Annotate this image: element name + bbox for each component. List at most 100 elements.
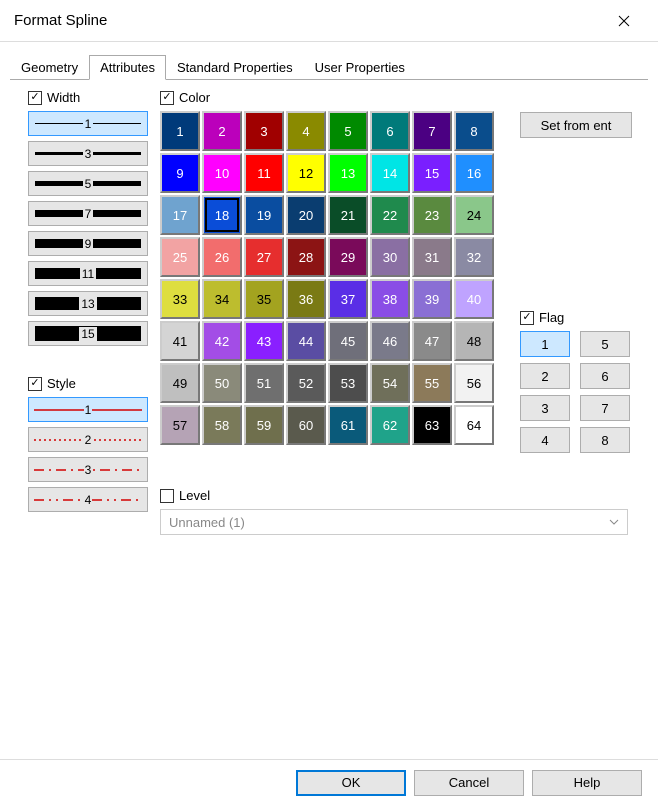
color-swatch-19[interactable]: 19 [244,195,284,235]
style-checkbox-row[interactable]: ✓ Style [28,376,158,391]
width-option-13[interactable]: 13 [28,291,148,316]
color-swatch-12[interactable]: 12 [286,153,326,193]
color-swatch-43[interactable]: 43 [244,321,284,361]
flag-option-6[interactable]: 6 [580,363,630,389]
color-swatch-25[interactable]: 25 [160,237,200,277]
set-from-ent-button[interactable]: Set from ent [520,112,632,138]
color-swatch-37[interactable]: 37 [328,279,368,319]
color-swatch-14[interactable]: 14 [370,153,410,193]
color-swatch-26[interactable]: 26 [202,237,242,277]
color-swatch-7[interactable]: 7 [412,111,452,151]
style-option-4[interactable]: 4 [28,487,148,512]
color-swatch-52[interactable]: 52 [286,363,326,403]
width-option-1[interactable]: 1 [28,111,148,136]
color-swatch-20[interactable]: 20 [286,195,326,235]
color-swatch-15[interactable]: 15 [412,153,452,193]
color-swatch-4[interactable]: 4 [286,111,326,151]
color-swatch-45[interactable]: 45 [328,321,368,361]
color-swatch-18[interactable]: 18 [202,195,242,235]
color-swatch-63[interactable]: 63 [412,405,452,445]
width-checkbox[interactable]: ✓ [28,91,42,105]
color-swatch-50[interactable]: 50 [202,363,242,403]
color-swatch-60[interactable]: 60 [286,405,326,445]
color-swatch-46[interactable]: 46 [370,321,410,361]
color-swatch-61[interactable]: 61 [328,405,368,445]
flag-option-7[interactable]: 7 [580,395,630,421]
color-swatch-33[interactable]: 33 [160,279,200,319]
width-option-3[interactable]: 3 [28,141,148,166]
color-swatch-38[interactable]: 38 [370,279,410,319]
level-dropdown[interactable]: Unnamed (1) [160,509,628,535]
color-swatch-40[interactable]: 40 [454,279,494,319]
color-swatch-54[interactable]: 54 [370,363,410,403]
color-swatch-35[interactable]: 35 [244,279,284,319]
tab-standard-properties[interactable]: Standard Properties [166,55,304,80]
tab-geometry[interactable]: Geometry [10,55,89,80]
tab-attributes[interactable]: Attributes [89,55,166,80]
color-checkbox-row[interactable]: ✓ Color [160,90,494,105]
level-checkbox-row[interactable]: Level [160,488,628,503]
style-option-1[interactable]: 1 [28,397,148,422]
flag-option-8[interactable]: 8 [580,427,630,453]
flag-checkbox[interactable]: ✓ [520,311,534,325]
cancel-button[interactable]: Cancel [414,770,524,796]
color-swatch-62[interactable]: 62 [370,405,410,445]
color-swatch-21[interactable]: 21 [328,195,368,235]
width-option-7[interactable]: 7 [28,201,148,226]
style-option-2[interactable]: 2 [28,427,148,452]
color-swatch-48[interactable]: 48 [454,321,494,361]
color-swatch-30[interactable]: 30 [370,237,410,277]
color-swatch-55[interactable]: 55 [412,363,452,403]
color-swatch-49[interactable]: 49 [160,363,200,403]
color-swatch-34[interactable]: 34 [202,279,242,319]
color-swatch-13[interactable]: 13 [328,153,368,193]
width-checkbox-row[interactable]: ✓ Width [28,90,158,105]
color-swatch-2[interactable]: 2 [202,111,242,151]
color-swatch-10[interactable]: 10 [202,153,242,193]
flag-checkbox-row[interactable]: ✓ Flag [520,310,632,325]
color-swatch-29[interactable]: 29 [328,237,368,277]
color-swatch-41[interactable]: 41 [160,321,200,361]
flag-option-1[interactable]: 1 [520,331,570,357]
width-option-11[interactable]: 11 [28,261,148,286]
width-option-5[interactable]: 5 [28,171,148,196]
color-swatch-51[interactable]: 51 [244,363,284,403]
color-swatch-53[interactable]: 53 [328,363,368,403]
flag-option-5[interactable]: 5 [580,331,630,357]
ok-button[interactable]: OK [296,770,406,796]
style-option-3[interactable]: 3 [28,457,148,482]
color-swatch-11[interactable]: 11 [244,153,284,193]
width-option-9[interactable]: 9 [28,231,148,256]
level-checkbox[interactable] [160,489,174,503]
flag-option-2[interactable]: 2 [520,363,570,389]
color-swatch-36[interactable]: 36 [286,279,326,319]
flag-option-4[interactable]: 4 [520,427,570,453]
color-swatch-56[interactable]: 56 [454,363,494,403]
color-swatch-57[interactable]: 57 [160,405,200,445]
close-button[interactable] [604,6,644,36]
color-swatch-58[interactable]: 58 [202,405,242,445]
color-swatch-3[interactable]: 3 [244,111,284,151]
color-swatch-22[interactable]: 22 [370,195,410,235]
color-checkbox[interactable]: ✓ [160,91,174,105]
color-swatch-24[interactable]: 24 [454,195,494,235]
width-option-15[interactable]: 15 [28,321,148,346]
color-swatch-28[interactable]: 28 [286,237,326,277]
color-swatch-6[interactable]: 6 [370,111,410,151]
color-swatch-59[interactable]: 59 [244,405,284,445]
color-swatch-23[interactable]: 23 [412,195,452,235]
color-swatch-5[interactable]: 5 [328,111,368,151]
color-swatch-17[interactable]: 17 [160,195,200,235]
color-swatch-39[interactable]: 39 [412,279,452,319]
color-swatch-1[interactable]: 1 [160,111,200,151]
color-swatch-8[interactable]: 8 [454,111,494,151]
color-swatch-32[interactable]: 32 [454,237,494,277]
color-swatch-44[interactable]: 44 [286,321,326,361]
color-swatch-27[interactable]: 27 [244,237,284,277]
color-swatch-47[interactable]: 47 [412,321,452,361]
color-swatch-9[interactable]: 9 [160,153,200,193]
flag-option-3[interactable]: 3 [520,395,570,421]
color-swatch-64[interactable]: 64 [454,405,494,445]
help-button[interactable]: Help [532,770,642,796]
color-swatch-42[interactable]: 42 [202,321,242,361]
